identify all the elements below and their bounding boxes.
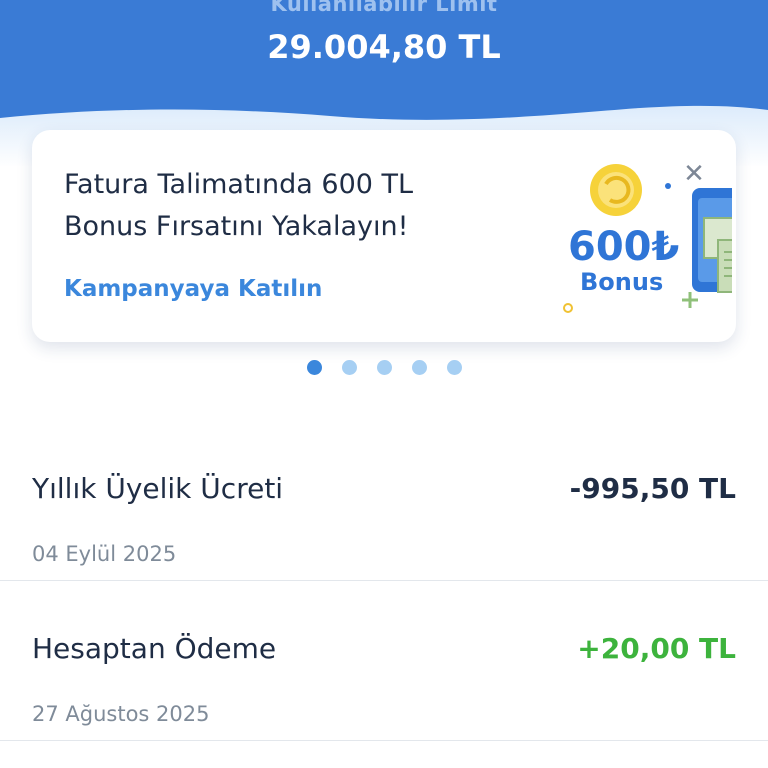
transaction-date: 04 Eylül 2025 [32, 542, 177, 566]
carousel-dot-4[interactable] [412, 360, 427, 375]
limit-label: Kullanılabilir Limit [270, 0, 498, 16]
limit-amount: 29.004,80 TL [267, 28, 501, 66]
promo-card[interactable]: Fatura Talimatında 600 TL Bonus Fırsatın… [32, 130, 736, 342]
promo-title: Fatura Talimatında 600 TL Bonus Fırsatın… [64, 169, 414, 242]
transaction-amount: +20,00 TL [577, 632, 736, 665]
bonus-illustration: 600₺ Bonus [563, 164, 732, 313]
transaction-date: 27 Ağustos 2025 [32, 702, 210, 726]
bonus-label-text: Bonus [580, 268, 663, 296]
transaction-amount: -995,50 TL [569, 472, 736, 505]
transaction-row[interactable]: Hesaptan Ödeme 27 Ağustos 2025 +20,00 TL [0, 582, 768, 741]
join-campaign-link[interactable]: Kampanyaya Katılın [64, 276, 322, 302]
carousel-dot-3[interactable] [377, 360, 392, 375]
carousel-dot-1[interactable] [307, 360, 322, 375]
bonus-amount-text: 600₺ [568, 224, 679, 270]
transaction-title: Hesaptan Ödeme [32, 632, 277, 665]
transaction-title: Yıllık Üyelik Ücreti [32, 472, 284, 505]
transaction-row[interactable]: Yıllık Üyelik Ücreti 04 Eylül 2025 -995,… [0, 422, 768, 581]
carousel-dot-2[interactable] [342, 360, 357, 375]
carousel-dot-5[interactable] [447, 360, 462, 375]
carousel-dots [0, 360, 768, 376]
